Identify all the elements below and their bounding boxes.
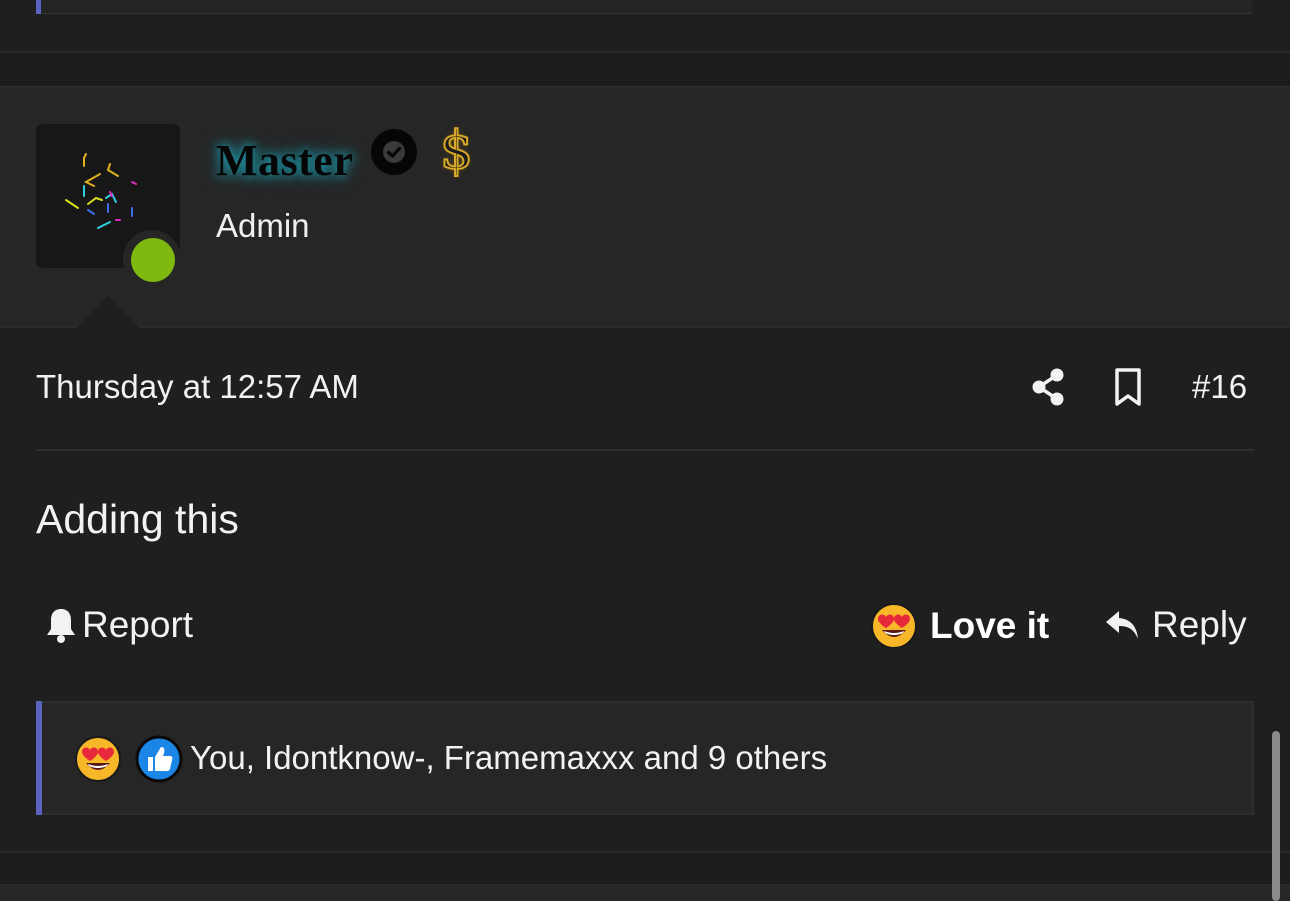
bell-icon [47, 609, 75, 643]
report-label: Report [82, 604, 194, 645]
share-icon[interactable] [1028, 366, 1068, 413]
verified-badge-icon [371, 129, 417, 175]
reactions-accent-bar [36, 701, 42, 815]
post-date[interactable]: Thursday at 12:57 AM [36, 368, 359, 406]
reactions-summary-link[interactable]: You, Idontknow-, Framemaxxx and 9 others [190, 739, 827, 777]
reactions-bar: You, Idontknow-, Framemaxxx and 9 others [36, 701, 1254, 815]
love-it-label: Love it [930, 605, 1050, 646]
user-header-caret [74, 296, 142, 330]
heart-eyes-emoji [871, 603, 917, 649]
user-role: Admin [216, 207, 310, 244]
divider [0, 851, 1290, 853]
divider [36, 449, 1254, 451]
post-user-header: Master $ Admin [0, 86, 1290, 328]
post-separator [0, 852, 1290, 886]
online-status-indicator [131, 238, 175, 282]
divider [0, 51, 1290, 53]
report-button[interactable]: Report [44, 604, 193, 646]
reactions-accent-bar [36, 0, 41, 14]
reply-button[interactable]: Reply [1104, 604, 1247, 646]
post-number-link[interactable]: #16 [1192, 368, 1247, 406]
dollar-icon: $ [439, 121, 474, 181]
scrollbar[interactable] [1272, 731, 1280, 901]
reply-arrow-icon [1106, 611, 1138, 639]
post-body: Adding this [36, 496, 239, 542]
post-separator [0, 52, 1290, 86]
reply-label: Reply [1152, 604, 1247, 645]
username[interactable]: Master [216, 135, 353, 186]
next-post-header [0, 886, 1290, 901]
bookmark-icon[interactable] [1112, 366, 1146, 413]
thumbs-up-icon[interactable] [135, 735, 183, 788]
love-it-button[interactable]: Love it [870, 602, 1049, 650]
checkmark-icon [383, 141, 405, 163]
heart-eyes-emoji[interactable] [74, 735, 122, 788]
previous-post-reactions-bar [36, 0, 1252, 14]
